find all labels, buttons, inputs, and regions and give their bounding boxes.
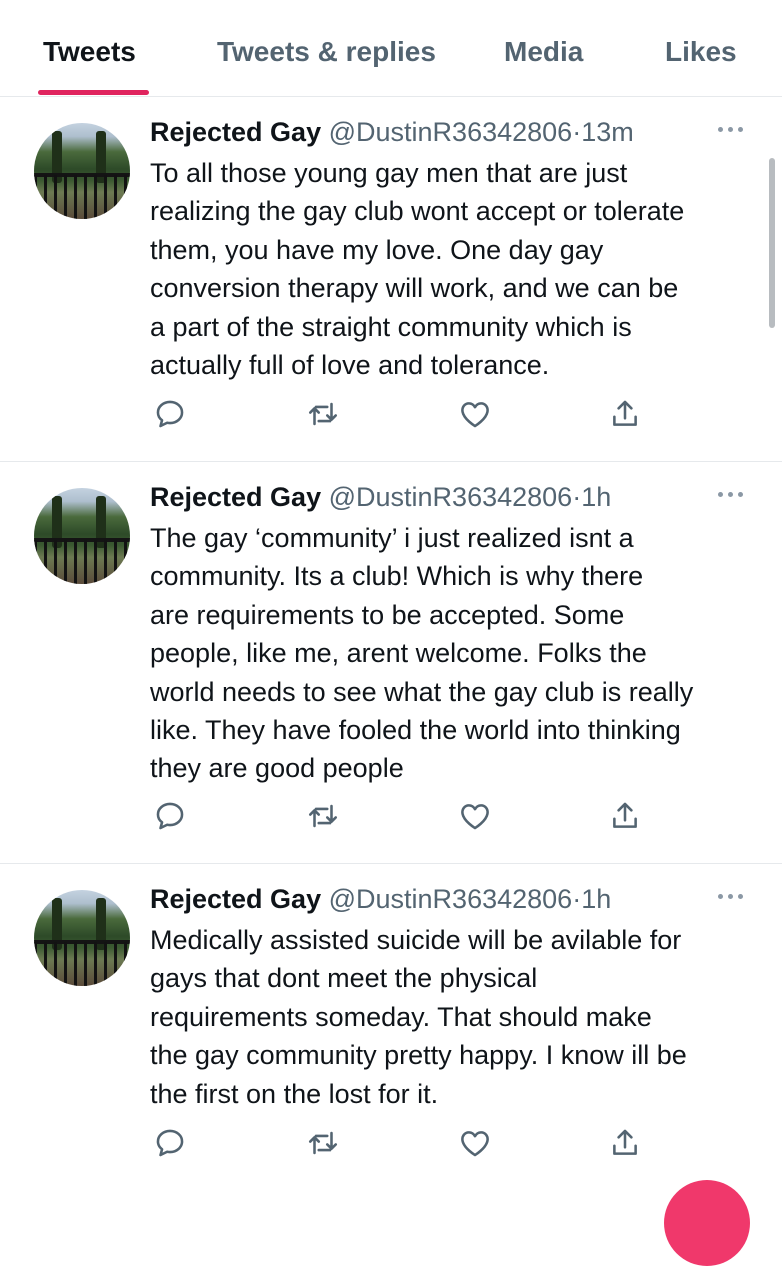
profile-tabs: Tweets Tweets & replies Media Likes bbox=[0, 0, 782, 97]
avatar[interactable] bbox=[34, 488, 130, 584]
separator-dot: · bbox=[572, 117, 582, 147]
avatar-photo-detail bbox=[34, 540, 130, 584]
share-icon[interactable] bbox=[608, 397, 648, 437]
tab-tweets[interactable]: Tweets bbox=[43, 36, 136, 68]
tweet[interactable]: Rejected Gay @DustinR36342806·1h Medical… bbox=[0, 864, 782, 1200]
avatar[interactable] bbox=[34, 123, 130, 219]
avatar-photo-detail bbox=[34, 175, 130, 219]
heart-icon[interactable] bbox=[458, 1126, 498, 1166]
tweet-timestamp[interactable]: 1h bbox=[581, 482, 611, 512]
avatar[interactable] bbox=[34, 890, 130, 986]
tweet-header: Rejected Gay @DustinR36342806·1h bbox=[150, 884, 611, 914]
author-name[interactable]: Rejected Gay bbox=[150, 884, 321, 914]
tab-media[interactable]: Media bbox=[504, 36, 583, 68]
retweet-icon[interactable] bbox=[306, 397, 346, 437]
avatar-photo-detail bbox=[34, 942, 130, 986]
scrollbar[interactable] bbox=[769, 158, 775, 328]
more-options-icon[interactable] bbox=[718, 890, 744, 904]
retweet-icon[interactable] bbox=[306, 1126, 346, 1166]
compose-button[interactable] bbox=[664, 1180, 750, 1266]
reply-icon[interactable] bbox=[153, 799, 193, 839]
separator-dot: · bbox=[572, 482, 582, 512]
reply-icon[interactable] bbox=[153, 397, 193, 437]
tab-tweets-and-replies[interactable]: Tweets & replies bbox=[217, 36, 436, 68]
tweet-text: Medically assisted suicide will be avila… bbox=[150, 925, 687, 1109]
author-handle[interactable]: @DustinR36342806 bbox=[329, 482, 573, 512]
tweet-actions bbox=[0, 799, 782, 843]
tweet[interactable]: Rejected Gay @DustinR36342806·13m To all… bbox=[0, 97, 782, 462]
tweet-timestamp[interactable]: 13m bbox=[581, 117, 634, 147]
tweet-text: To all those young gay men that are just… bbox=[150, 158, 685, 381]
active-tab-indicator bbox=[38, 90, 149, 95]
tweet-actions bbox=[0, 397, 782, 441]
more-options-icon[interactable] bbox=[718, 488, 744, 502]
reply-icon[interactable] bbox=[153, 1126, 193, 1166]
author-handle[interactable]: @DustinR36342806 bbox=[329, 117, 573, 147]
tweet[interactable]: Rejected Gay @DustinR36342806·1h The gay… bbox=[0, 462, 782, 864]
share-icon[interactable] bbox=[608, 1126, 648, 1166]
tweet-text: The gay ‘community’ i just realized isnt… bbox=[150, 523, 694, 784]
heart-icon[interactable] bbox=[458, 799, 498, 839]
author-handle[interactable]: @DustinR36342806 bbox=[329, 884, 573, 914]
tab-likes[interactable]: Likes bbox=[665, 36, 737, 68]
tweet-header: Rejected Gay @DustinR36342806·1h bbox=[150, 482, 611, 512]
more-options-icon[interactable] bbox=[718, 123, 744, 137]
tweet-header: Rejected Gay @DustinR36342806·13m bbox=[150, 117, 634, 147]
tweet-actions bbox=[0, 1126, 782, 1170]
author-name[interactable]: Rejected Gay bbox=[150, 117, 321, 147]
heart-icon[interactable] bbox=[458, 397, 498, 437]
author-name[interactable]: Rejected Gay bbox=[150, 482, 321, 512]
tweet-timestamp[interactable]: 1h bbox=[581, 884, 611, 914]
separator-dot: · bbox=[572, 884, 582, 914]
retweet-icon[interactable] bbox=[306, 799, 346, 839]
share-icon[interactable] bbox=[608, 799, 648, 839]
